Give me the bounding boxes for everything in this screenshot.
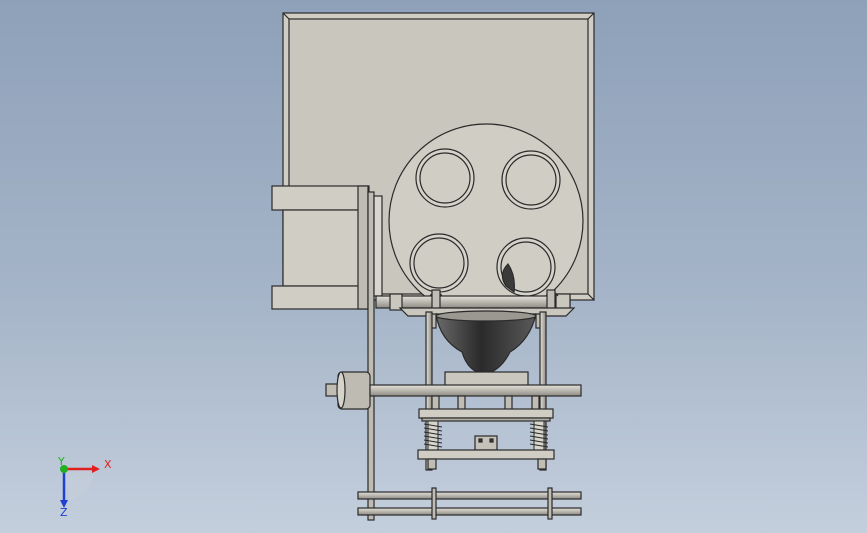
disc-hole — [409, 233, 469, 293]
coordinate-triad-icon: X Y Z — [57, 455, 112, 519]
model-view[interactable]: X Y Z — [0, 0, 867, 533]
z-axis-label: Z — [60, 506, 68, 519]
upper-platform[interactable] — [418, 408, 554, 422]
funnel-cone[interactable] — [427, 310, 545, 375]
base-rod-clamp — [547, 487, 553, 520]
frame-side-plate[interactable] — [367, 191, 383, 521]
motor-bracket[interactable] — [271, 185, 370, 310]
rotary-disc[interactable] — [388, 123, 584, 319]
lower-platform[interactable] — [417, 449, 555, 470]
base-rod-clamp — [431, 487, 437, 520]
cad-viewport[interactable]: X Y Z — [0, 0, 867, 533]
disc-hole — [496, 237, 556, 297]
x-axis-label: X — [104, 458, 112, 471]
y-axis-label: Y — [57, 455, 65, 468]
middle-shaft[interactable] — [369, 384, 582, 411]
dosing-block[interactable] — [444, 371, 529, 387]
disc-hole — [501, 150, 561, 210]
sensor-bracket[interactable] — [474, 435, 498, 451]
disc-hole — [415, 148, 475, 208]
drive-roller[interactable] — [325, 371, 371, 410]
